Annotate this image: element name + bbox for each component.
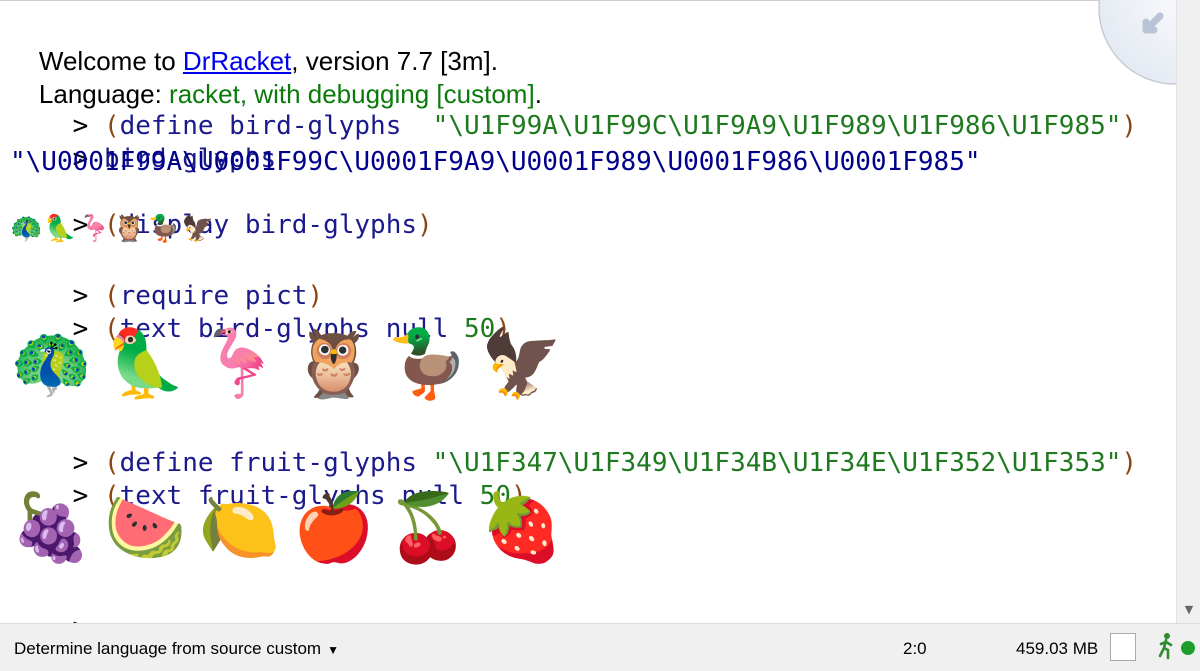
code-gap [401, 111, 432, 141]
close-paren: ) [1121, 448, 1138, 478]
string-literal: "\U1F347\U1F349\U1F34B\U1F34E\U1F352\U1F… [432, 448, 1122, 478]
cursor-position: 2:0 [903, 639, 927, 658]
status-bar: Determine language from source custom ▼ 2… [0, 623, 1200, 671]
status-indicator-dot [1181, 641, 1195, 655]
running-man-icon [1156, 632, 1176, 665]
vertical-scrollbar[interactable]: ▼ [1176, 0, 1200, 623]
string-literal: "\U1F99A\U1F99C\U1F9A9\U1F989\U1F986\U1F… [432, 111, 1122, 141]
fruit-glyphs-pict: 🍇🍉🍋🍎🍒🍓 [10, 489, 576, 566]
repl-interactions-pane[interactable]: Welcome to DrRacket, version 7.7 [3m]. L… [0, 0, 1176, 624]
close-paren: ) [417, 210, 433, 240]
language-menu[interactable]: Determine language from source custom ▼ [14, 639, 339, 659]
repl-output-value: "\U0001F99A\U0001F99C\U0001F9A9\U0001F98… [10, 147, 981, 177]
scroll-down-arrow-icon[interactable]: ▼ [1177, 603, 1200, 621]
close-paren: ) [1121, 111, 1138, 141]
bird-glyphs-output-small: 🦚🦜🦩🦉🦆🦅 [10, 214, 217, 244]
memory-gc-box[interactable] [1110, 633, 1136, 661]
memory-usage[interactable]: 459.03 MB [1016, 639, 1098, 659]
language-menu-label: Determine language from source custom [14, 639, 322, 658]
repl-current-prompt[interactable]: > [10, 583, 89, 624]
bird-glyphs-pict: 🦚🦜🦩🦉🦆🦅 [10, 325, 576, 402]
triangle-down-icon: ▼ [327, 643, 339, 657]
